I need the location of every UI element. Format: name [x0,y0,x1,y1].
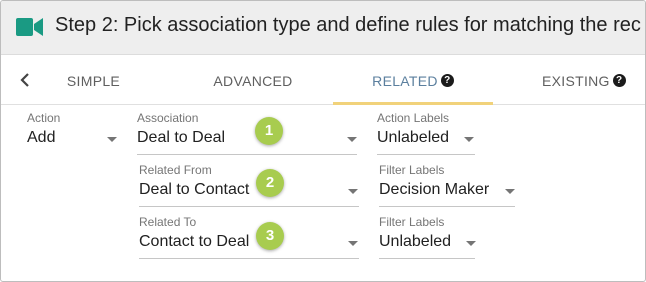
rules-panel: Step 2: Pick association type and define… [0,0,646,282]
chevron-down-icon [464,137,474,142]
filter-labels-label: Filter Labels [379,163,445,177]
action-value: Add [27,129,56,146]
chevron-down-icon [347,137,357,142]
tab-simple[interactable]: SIMPLE [41,56,146,105]
filter-labels-label: Filter Labels [379,215,445,229]
action-label: Action [27,111,61,125]
association-value: Deal to Deal [137,129,226,146]
active-tab-indicator [333,102,493,105]
association-label: Association [137,111,199,125]
field-underline [139,258,359,259]
filter-labels-value: Unlabeled [379,233,452,250]
action-labels-select[interactable]: Action Labels Unlabeled [377,111,477,157]
chevron-down-icon [107,137,117,142]
callout-badge-3: 3 [256,222,284,250]
action-labels-label: Action Labels [377,111,450,125]
tab-advanced-label: ADVANCED [213,72,293,89]
chevron-left-icon[interactable] [15,70,35,90]
filter-labels-select-1[interactable]: Filter Labels Decision Maker [379,163,517,209]
related-to-label: Related To [139,215,197,229]
related-from-value: Deal to Contact [139,181,250,198]
step-title: Step 2: Pick association type and define… [55,14,641,36]
tab-related-label: RELATED [372,72,438,89]
field-underline [377,154,475,155]
chevron-down-icon [466,241,476,246]
chevron-down-icon [348,241,358,246]
tab-simple-label: SIMPLE [66,72,121,89]
related-to-value: Contact to Deal [139,233,250,250]
help-icon[interactable]: ? [612,74,626,87]
callout-badge-1: 1 [255,117,283,145]
help-icon[interactable]: ? [440,74,454,87]
chevron-down-icon [348,189,358,194]
tab-related[interactable]: RELATED ? [333,56,493,105]
related-from-select[interactable]: Related From Deal to Contact [139,163,359,209]
field-underline [137,154,357,155]
field-underline [139,206,359,207]
related-to-select[interactable]: Related To Contact to Deal [139,215,359,261]
tab-existing-label: EXISTING [542,72,610,89]
field-underline [379,258,475,259]
chevron-down-icon [505,189,515,194]
video-camera-icon [16,18,43,36]
filter-labels-value: Decision Maker [379,181,490,198]
related-from-label: Related From [139,163,212,177]
step-header: Step 2: Pick association type and define… [1,1,645,55]
filter-labels-select-2[interactable]: Filter Labels Unlabeled [379,215,477,261]
action-labels-value: Unlabeled [377,129,450,146]
action-select[interactable]: Action Add [27,111,121,157]
callout-badge-2: 2 [256,169,284,197]
field-underline [379,206,515,207]
tab-existing[interactable]: EXISTING ? [493,56,645,105]
tab-advanced[interactable]: ADVANCED [173,56,333,105]
tab-bar: SIMPLE ADVANCED RELATED ? EXISTING ? [1,56,645,105]
association-select[interactable]: Association Deal to Deal [137,111,359,157]
